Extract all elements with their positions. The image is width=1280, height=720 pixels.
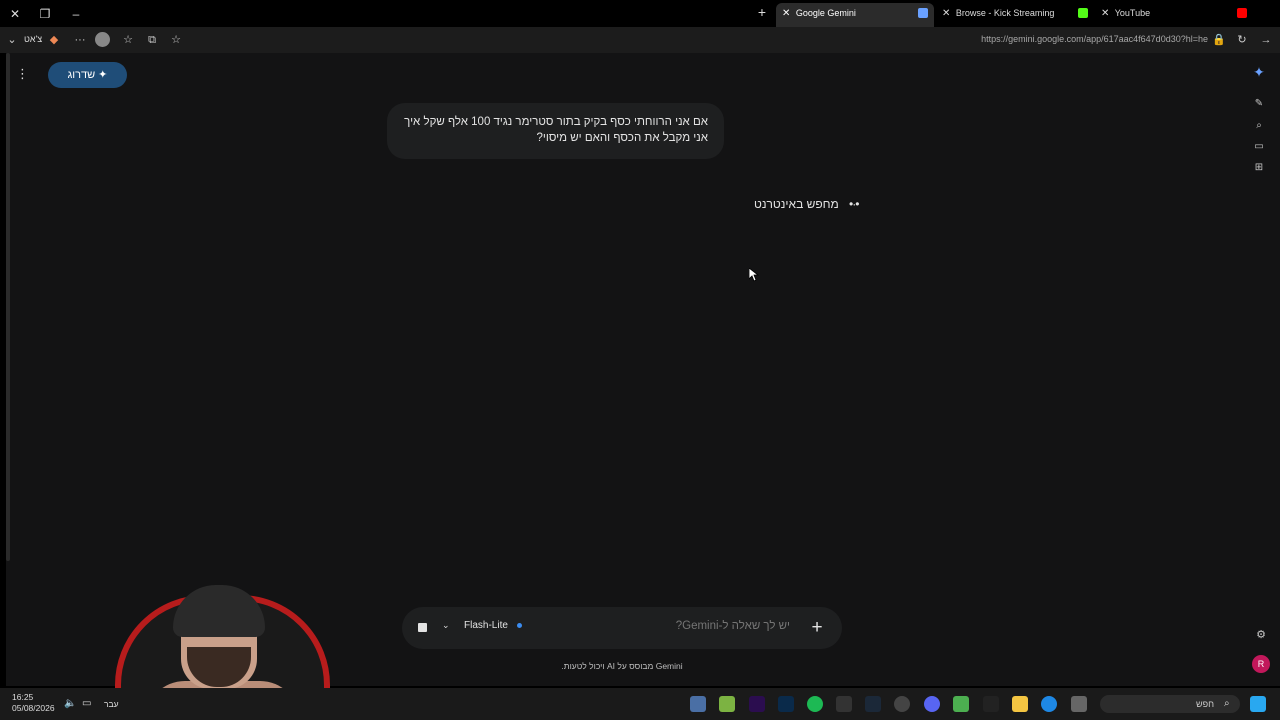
taskbar: 16:25 05/08/2026 🔈 ▭ עבר חפש ⌕	[0, 688, 1280, 720]
profile-icon[interactable]	[95, 32, 110, 47]
lock-icon[interactable]: 🔒	[1211, 32, 1227, 48]
clock-date: 05/08/2026	[12, 703, 55, 713]
close-window-icon[interactable]: ✕	[6, 5, 24, 23]
loading-dots-icon: •·•	[849, 197, 859, 211]
spotify-icon[interactable]	[807, 696, 823, 712]
extensions-icon[interactable]: ⧉	[144, 32, 160, 48]
taskbar-search[interactable]: חפש	[1100, 695, 1240, 713]
search-label: חפש	[1196, 699, 1214, 709]
language-indicator[interactable]: עבר	[104, 699, 119, 709]
windows-start-icon[interactable]	[1250, 696, 1266, 712]
chat-label[interactable]: צ'אט	[24, 34, 42, 44]
clock[interactable]: 16:25 05/08/2026	[12, 692, 55, 714]
tab-strip: ✕ ❐ – + ✕ Google Gemini ✕ Browse - Kick …	[0, 0, 1280, 27]
tradingview-icon[interactable]	[983, 696, 999, 712]
gemini-star-icon[interactable]: ✦	[1250, 65, 1268, 79]
premiere-icon[interactable]	[749, 696, 765, 712]
epic-games-icon[interactable]	[836, 696, 852, 712]
add-attachment-button[interactable]: +	[806, 617, 828, 639]
close-tab-icon[interactable]: ✕	[1101, 8, 1109, 19]
steam-icon[interactable]	[865, 696, 881, 712]
app-icon[interactable]	[953, 696, 969, 712]
clock-time: 16:25	[12, 692, 34, 702]
more-icon[interactable]: ···	[72, 32, 88, 48]
kick-favicon-icon	[1078, 8, 1088, 18]
network-icon[interactable]: ▭	[82, 698, 91, 709]
file-explorer-icon[interactable]	[1012, 696, 1028, 712]
discord-icon[interactable]	[924, 696, 940, 712]
streamer-hood	[173, 585, 265, 637]
new-chat-icon[interactable]: ✎	[1250, 97, 1268, 111]
copilot-icon[interactable]: ◆	[46, 32, 62, 48]
menu-kebab-icon[interactable]: ⋮	[16, 66, 29, 82]
browser-toolbar: ⌄ צ'אט ◆ ··· ☆ ⧉ ☆ https://gemini.google…	[0, 27, 1280, 53]
app-icon[interactable]	[719, 696, 735, 712]
sparkle-icon: ✦	[98, 69, 108, 81]
new-tab-button[interactable]: +	[754, 4, 770, 20]
chevron-down-icon[interactable]: ⌄	[4, 32, 20, 48]
search-icon[interactable]: ⌕	[1224, 698, 1230, 709]
calculator-icon[interactable]	[690, 696, 706, 712]
user-message: אם אני הרווחתי כסף בקיק בתור סטרימר נגיד…	[387, 103, 724, 159]
restore-window-icon[interactable]: ❐	[36, 5, 54, 23]
prompt-input[interactable]	[590, 620, 790, 632]
avatar[interactable]: R	[1252, 655, 1270, 673]
gems-icon[interactable]: ⊞	[1250, 161, 1268, 175]
favorites-icon[interactable]: ☆	[120, 32, 136, 48]
settings-gear-icon[interactable]: ⚙	[1256, 628, 1266, 641]
reload-icon[interactable]: ↻	[1234, 32, 1250, 48]
stop-button[interactable]	[418, 623, 427, 632]
youtube-favicon-icon	[1237, 8, 1247, 18]
upgrade-label: שדרוג	[67, 69, 96, 81]
tab-label: YouTube	[1114, 8, 1151, 18]
prompt-bar: ⌄ Flash-Lite +	[402, 607, 842, 649]
tab-kick-streaming[interactable]: ✕ Browse - Kick Streaming	[936, 3, 1088, 27]
task-view-icon[interactable]	[1071, 696, 1087, 712]
photoshop-icon[interactable]	[778, 696, 794, 712]
minimize-window-icon[interactable]: –	[67, 5, 85, 23]
close-tab-icon[interactable]: ✕	[942, 8, 950, 19]
disclaimer: Gemini מבוסס על AI ויכול לטעות.	[561, 661, 683, 671]
tab-label: Google Gemini	[795, 8, 856, 18]
model-selector[interactable]: Flash-Lite	[464, 620, 522, 631]
model-name: Flash-Lite	[464, 620, 508, 631]
tab-youtube[interactable]: ✕ YouTube	[1095, 3, 1255, 27]
volume-icon[interactable]: 🔈	[64, 698, 76, 709]
close-tab-icon[interactable]: ✕	[782, 8, 790, 19]
edge-icon[interactable]	[1041, 696, 1057, 712]
tab-label: Browse - Kick Streaming	[955, 8, 1055, 18]
gemini-favicon-icon	[918, 8, 928, 18]
chats-icon[interactable]: ▭	[1250, 140, 1268, 154]
mouse-cursor-icon	[749, 268, 759, 282]
search-icon[interactable]: ⌕	[1250, 119, 1268, 133]
upgrade-button[interactable]: שדרוג ✦	[48, 62, 127, 88]
star-icon[interactable]: ☆	[168, 32, 184, 48]
address-bar[interactable]: https://gemini.google.com/app/617aac4f64…	[930, 34, 1208, 44]
forward-icon[interactable]: →	[1258, 32, 1274, 48]
chevron-down-icon[interactable]: ⌄	[442, 620, 450, 631]
model-status-dot	[516, 622, 522, 628]
tab-google-gemini[interactable]: ✕ Google Gemini	[776, 3, 934, 27]
app-icon[interactable]	[894, 696, 910, 712]
scrollbar[interactable]	[6, 53, 10, 561]
search-status: מחפש באינטרנט	[754, 197, 839, 211]
